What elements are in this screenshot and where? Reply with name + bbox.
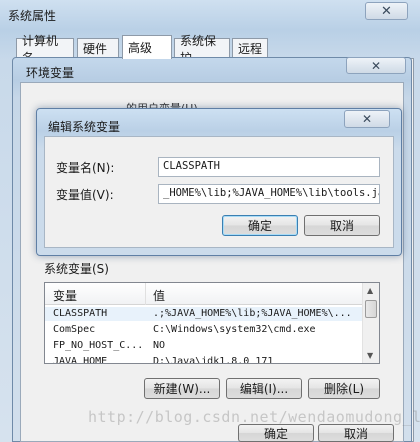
variable-value-input[interactable]: _HOME%\lib;%JAVA_HOME%\lib\tools.jar xyxy=(158,184,380,204)
row-variable-value: C:\Windows\system32\cmd.exe xyxy=(153,324,316,335)
row-variable-name: ComSpec xyxy=(53,324,96,335)
variable-name-input[interactable]: CLASSPATH xyxy=(158,157,380,177)
tab-remote[interactable]: 远程 xyxy=(232,38,268,58)
edit-system-variable-close-button[interactable]: ✕ xyxy=(344,110,390,128)
tab-advanced[interactable]: 高级 xyxy=(122,35,172,59)
close-icon: ✕ xyxy=(381,3,392,19)
row-variable-name: FP_NO_HOST_C... xyxy=(53,340,143,351)
row-variable-value: .;%JAVA_HOME%\lib;%JAVA_HOME%\... xyxy=(153,308,352,319)
variable-value-label: 变量值(V): xyxy=(56,188,114,202)
system-properties-title: 系统属性 xyxy=(8,9,57,23)
list-header: 变量 值 xyxy=(45,283,363,305)
row-variable-name: CLASSPATH xyxy=(53,308,108,319)
delete-variable-button[interactable]: 删除(L) xyxy=(308,378,380,399)
tab-computer-name[interactable]: 计算机名 xyxy=(16,34,74,65)
environment-variables-close-button[interactable]: ✕ xyxy=(346,57,406,74)
table-row[interactable]: ComSpec C:\Windows\system32\cmd.exe xyxy=(45,323,363,337)
system-variables-list: 变量 值 CLASSPATH .;%JAVA_HOME%\lib;%JAVA_H… xyxy=(44,282,380,364)
tab-system-protection[interactable]: 系统保护 xyxy=(174,34,230,65)
system-variables-label: 系统变量(S) xyxy=(44,262,109,276)
row-variable-value: D:\Java\jdk1.8.0_171 xyxy=(153,356,274,364)
close-icon: ✕ xyxy=(370,58,382,73)
column-header-variable[interactable]: 变量 xyxy=(53,287,77,304)
close-icon: ✕ xyxy=(361,112,373,126)
environment-cancel-button[interactable]: 取消 xyxy=(318,424,394,442)
row-variable-value: NO xyxy=(153,340,166,351)
environment-ok-button[interactable]: 确定 xyxy=(238,424,314,442)
table-row[interactable]: JAVA_HOME D:\Java\jdk1.8.0_171 xyxy=(45,355,363,364)
watermark-text: http://blog.csdn.net/wendaomudong_l2d4 xyxy=(88,408,420,426)
environment-variables-title: 环境变量 xyxy=(26,66,75,80)
row-variable-name: JAVA_HOME xyxy=(53,356,108,364)
edit-variable-button[interactable]: 编辑(I)... xyxy=(226,378,302,399)
scroll-up-icon[interactable]: ▲ xyxy=(367,286,373,295)
table-row[interactable]: CLASSPATH .;%JAVA_HOME%\lib;%JAVA_HOME%\… xyxy=(45,307,363,321)
list-vertical-scrollbar[interactable]: ▲ ▼ xyxy=(362,283,379,363)
edit-system-variable-title: 编辑系统变量 xyxy=(48,120,121,134)
table-row[interactable]: FP_NO_HOST_C... NO xyxy=(45,339,363,353)
edit-ok-button[interactable]: 确定 xyxy=(222,215,298,236)
column-divider[interactable] xyxy=(145,283,146,305)
system-properties-close-button[interactable]: ✕ xyxy=(365,2,408,20)
variable-name-label: 变量名(N): xyxy=(56,161,115,175)
edit-cancel-button[interactable]: 取消 xyxy=(304,215,380,236)
column-header-value[interactable]: 值 xyxy=(153,287,165,304)
tab-hardware[interactable]: 硬件 xyxy=(77,38,119,58)
scrollbar-thumb[interactable] xyxy=(365,300,377,318)
scroll-down-icon[interactable]: ▼ xyxy=(367,351,373,360)
new-variable-button[interactable]: 新建(W)... xyxy=(144,378,220,399)
